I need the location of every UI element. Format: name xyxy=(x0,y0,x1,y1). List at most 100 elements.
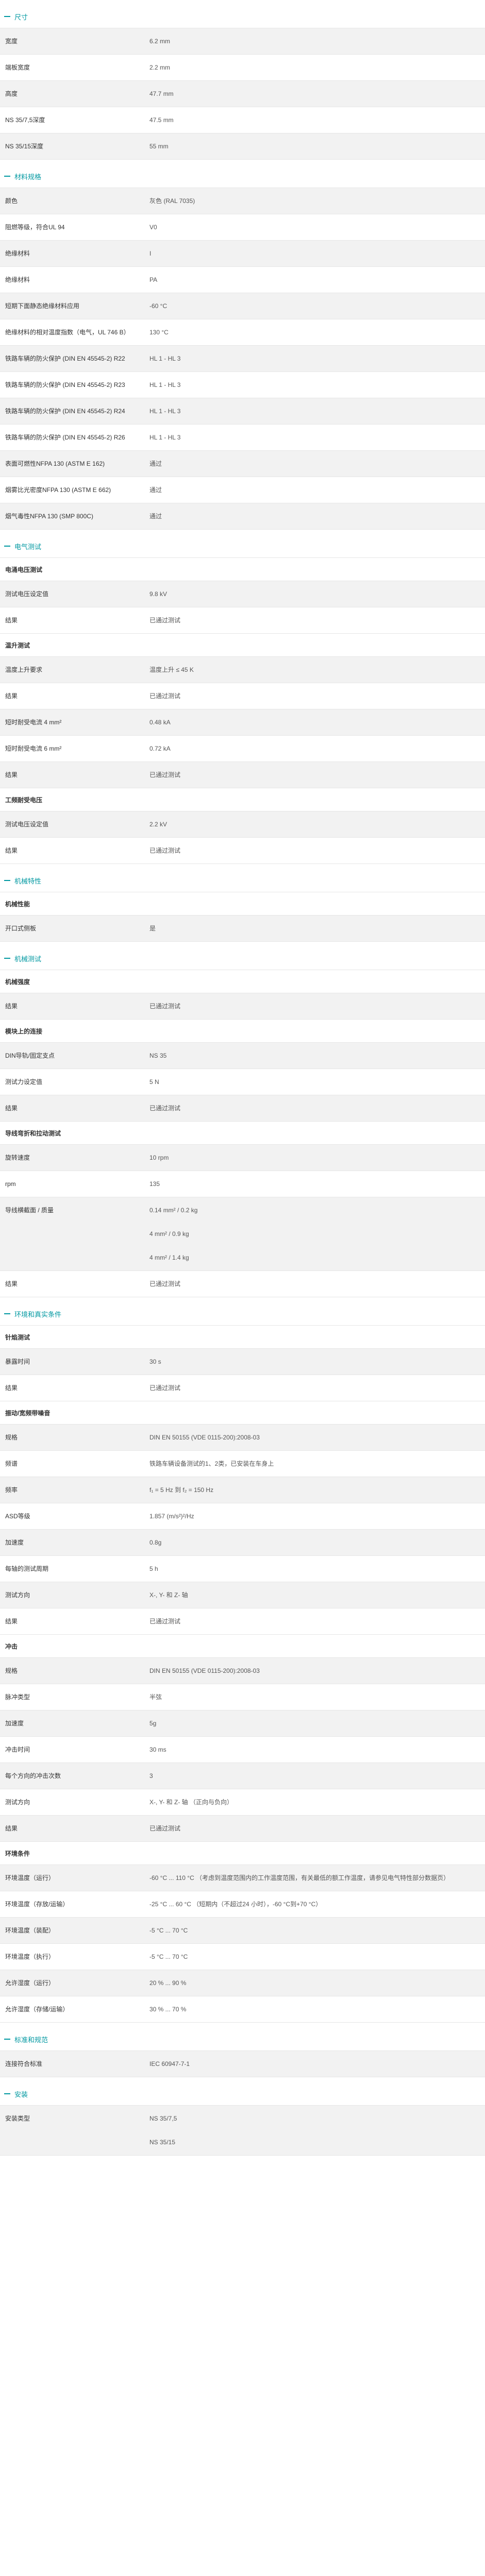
spec-value-line: X-, Y- 和 Z- 轴 （正向与负向） xyxy=(149,1799,233,1806)
spec-row: 旋转速度 10 rpm xyxy=(0,1145,485,1171)
spec-value-line: HL 1 - HL 3 xyxy=(149,355,181,362)
spec-row: 结果 已通过测试 xyxy=(0,1816,485,1842)
spec-label: 脉冲类型 xyxy=(5,1693,30,1701)
spec-label: 环境温度（运行） xyxy=(5,1874,55,1882)
section-header[interactable]: 标准和规范 xyxy=(0,2028,485,2051)
spec-value: 2.2 kV xyxy=(144,811,485,837)
spec-row: 铁路车辆的防火保护 (DIN EN 45545-2) R23 HL 1 - HL … xyxy=(0,372,485,398)
spec-value-line: -5 °C ... 70 °C xyxy=(149,1927,188,1934)
spec-value-line: 温度上升 ≤ 45 K xyxy=(149,666,194,673)
spec-row: 测试电压设定值 2.2 kV xyxy=(0,811,485,838)
section-title: 电气测试 xyxy=(14,543,42,551)
spec-value: 20 % ... 90 % xyxy=(144,1970,485,1996)
spec-label: 允许湿度（运行） xyxy=(5,1979,55,1987)
spec-label: 表面可燃性NFPA 130 (ASTM E 162) xyxy=(5,460,105,467)
spec-value-line: 已通过测试 xyxy=(149,617,181,624)
spec-label: 结果 xyxy=(5,1280,18,1287)
spec-value: 2.2 mm xyxy=(144,55,485,80)
spec-label: 测试方向 xyxy=(5,1799,30,1806)
spec-row: DIN导轨/固定支点 NS 35 xyxy=(0,1043,485,1069)
spec-label: 冲击时间 xyxy=(5,1746,30,1753)
spec-row: NS 35/15深度 55 mm xyxy=(0,133,485,160)
section-title: 尺寸 xyxy=(14,13,28,21)
spec-value: HL 1 - HL 3 xyxy=(144,346,485,371)
spec-value: NS 35/7,5 NS 35/15 xyxy=(144,2106,485,2155)
spec-value-line: 通过 xyxy=(149,460,162,467)
spec-label: 铁路车辆的防火保护 (DIN EN 45545-2) R22 xyxy=(5,355,125,362)
spec-value: -5 °C ... 70 °C xyxy=(144,1944,485,1970)
spec-value-line: 4 mm² / 1.4 kg xyxy=(149,1254,189,1261)
spec-row: 环境温度（执行） -5 °C ... 70 °C xyxy=(0,1944,485,1970)
spec-value-line: V0 xyxy=(149,224,157,231)
spec-row: 频率 f₁ = 5 Hz 到 f₂ = 150 Hz xyxy=(0,1477,485,1503)
spec-value-line: HL 1 - HL 3 xyxy=(149,408,181,415)
spec-value-line: -5 °C ... 70 °C xyxy=(149,1953,188,1960)
spec-row: 阻燃等级，符合UL 94 V0 xyxy=(0,214,485,241)
spec-row: 规格 DIN EN 50155 (VDE 0115-200):2008-03 xyxy=(0,1425,485,1451)
subsection-title: 工频耐受电压 xyxy=(0,788,485,811)
spec-label: 测试电压设定值 xyxy=(5,821,49,828)
spec-row: 温度上升要求 温度上升 ≤ 45 K xyxy=(0,657,485,683)
collapse-dash-icon xyxy=(4,546,10,547)
spec-row: 开口式侧板 是 xyxy=(0,916,485,942)
collapse-dash-icon xyxy=(4,958,10,959)
spec-row: 短时耐受电流 6 mm² 0.72 kA xyxy=(0,736,485,762)
section-header[interactable]: 材料规格 xyxy=(0,165,485,188)
spec-row: 允许湿度（存储/运输） 30 % ... 70 % xyxy=(0,1996,485,2023)
spec-value: 0.48 kA xyxy=(144,709,485,735)
section-header[interactable]: 环境和真实条件 xyxy=(0,1302,485,1326)
spec-value: 半弦 xyxy=(144,1684,485,1710)
spec-label: rpm xyxy=(5,1180,16,1188)
spec-value: 47.5 mm xyxy=(144,107,485,133)
spec-value: 47.7 mm xyxy=(144,81,485,107)
spec-value-line: NS 35/7,5 xyxy=(149,2115,177,2122)
spec-value-line: 通过 xyxy=(149,486,162,494)
spec-row: 结果 已通过测试 xyxy=(0,1375,485,1401)
spec-row: 结果 已通过测试 xyxy=(0,762,485,788)
spec-value: IEC 60947-7-1 xyxy=(144,2051,485,2077)
spec-value: -25 °C ... 60 °C （短期内（不超过24 小时），-60 °C到+… xyxy=(144,1891,485,1917)
spec-value: 5g xyxy=(144,1710,485,1736)
spec-value-line: NS 35 xyxy=(149,1052,167,1059)
spec-label: 安装类型 xyxy=(5,2115,30,2122)
subsection-title: 机械强度 xyxy=(0,970,485,993)
spec-label: 结果 xyxy=(5,1384,18,1392)
section-header[interactable]: 电气测试 xyxy=(0,535,485,558)
spec-label: 规格 xyxy=(5,1434,18,1441)
spec-row: 加速度 0.8g xyxy=(0,1530,485,1556)
section-title: 材料规格 xyxy=(14,173,42,181)
spec-value: -60 °C xyxy=(144,293,485,319)
spec-row: 频谱 铁路车辆设备测试的1、2类，已安装在车身上 xyxy=(0,1451,485,1477)
section-title: 机械测试 xyxy=(14,955,42,963)
spec-value: 已通过测试 xyxy=(144,1271,485,1297)
spec-label: 短时耐受电流 6 mm² xyxy=(5,745,62,752)
spec-row: 测试力设定值 5 N xyxy=(0,1069,485,1095)
spec-value: 0.14 mm² / 0.2 kg 4 mm² / 0.9 kg 4 mm² / 1… xyxy=(144,1197,485,1270)
section-header[interactable]: 机械测试 xyxy=(0,947,485,970)
spec-value: 6.2 mm xyxy=(144,28,485,54)
subsection-title: 机械性能 xyxy=(0,892,485,916)
spec-row: 高度 47.7 mm xyxy=(0,81,485,107)
spec-value: 10 rpm xyxy=(144,1145,485,1171)
section-header[interactable]: 安装 xyxy=(0,2082,485,2106)
spec-value-line: 0.14 mm² / 0.2 kg xyxy=(149,1207,198,1214)
spec-value-line: 1.857 (m/s²)²/Hz xyxy=(149,1513,194,1520)
spec-value-line: 已通过测试 xyxy=(149,692,181,700)
spec-value-line: 4 mm² / 0.9 kg xyxy=(149,1230,189,1238)
spec-value: 30 s xyxy=(144,1349,485,1375)
spec-label: 烟雾比光密度NFPA 130 (ASTM E 662) xyxy=(5,486,111,494)
spec-value-line: 已通过测试 xyxy=(149,1384,181,1392)
spec-label: 旋转速度 xyxy=(5,1154,30,1161)
spec-value-line: 10 rpm xyxy=(149,1154,169,1161)
subsection-title: 温升测试 xyxy=(0,634,485,657)
spec-label: 宽度 xyxy=(5,38,18,45)
spec-value-line: 47.7 mm xyxy=(149,90,174,97)
spec-row: 冲击时间 30 ms xyxy=(0,1737,485,1763)
spec-row: 测试方向 X-, Y- 和 Z- 轴 xyxy=(0,1582,485,1608)
section-header[interactable]: 尺寸 xyxy=(0,5,485,28)
spec-row: 脉冲类型 半弦 xyxy=(0,1684,485,1710)
spec-value: 1.857 (m/s²)²/Hz xyxy=(144,1503,485,1529)
spec-row: rpm 135 xyxy=(0,1171,485,1197)
spec-row: 安装类型 NS 35/7,5 NS 35/15 xyxy=(0,2106,485,2156)
section-header[interactable]: 机械特性 xyxy=(0,869,485,892)
